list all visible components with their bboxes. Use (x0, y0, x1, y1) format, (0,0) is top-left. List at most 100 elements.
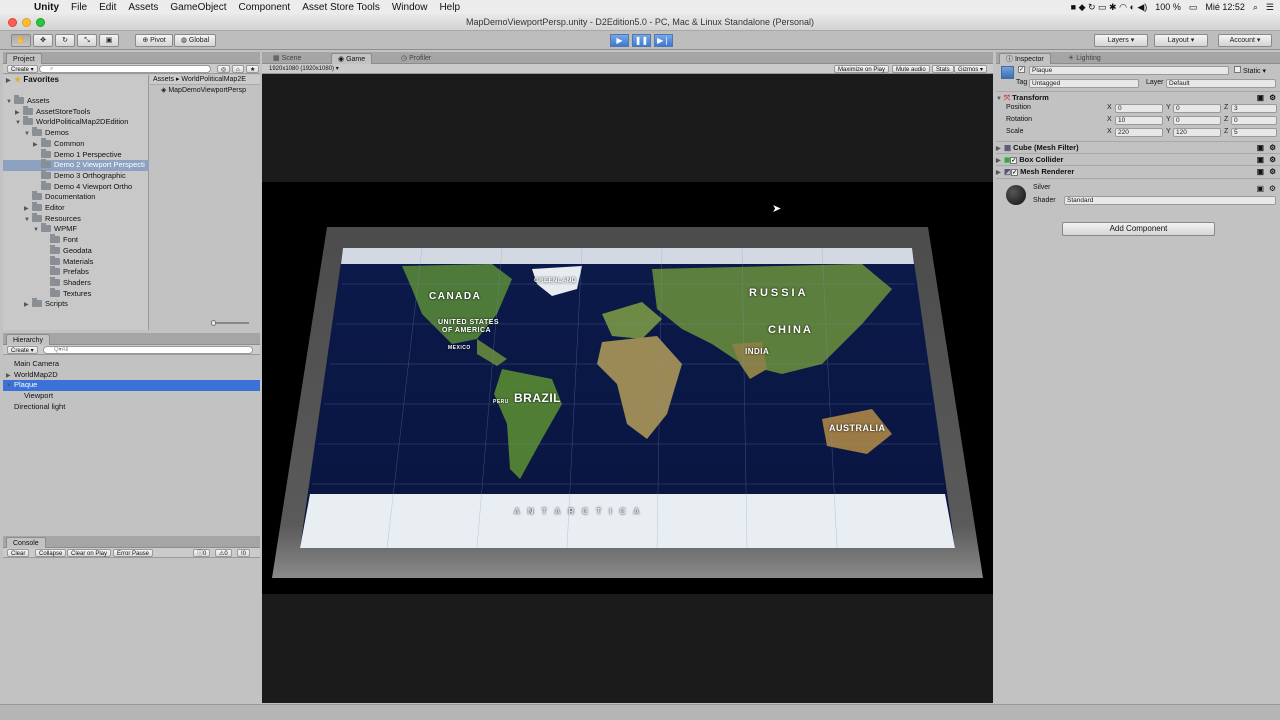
hierarchy-item-row[interactable]: Viewport (3, 391, 260, 402)
project-folder-row[interactable]: Geodata (3, 244, 149, 257)
stats-toggle[interactable]: Stats (932, 65, 954, 73)
console-clear-on-play-button[interactable]: Clear on Play (67, 549, 112, 557)
global-toggle[interactable]: ◍ Global (174, 34, 216, 47)
project-create-button[interactable]: Create ▾ (7, 65, 38, 73)
component-gear-icon[interactable]: ⚙ (1269, 92, 1276, 104)
menu-window[interactable]: Window (392, 2, 428, 13)
menu-edit[interactable]: Edit (99, 2, 116, 13)
clock-text[interactable]: Mié 12:52 (1205, 2, 1245, 12)
menu-list-icon[interactable]: ☰ (1266, 2, 1274, 13)
project-folder-row[interactable]: Demo 4 Viewport Ortho (3, 180, 149, 193)
rotation-y-field[interactable]: 0 (1173, 116, 1221, 125)
filter-type-icon[interactable]: ◎ (217, 65, 231, 73)
menu-asset-store-tools[interactable]: Asset Store Tools (302, 2, 380, 13)
hierarchy-item-row[interactable]: ▶ WorldMap2D (3, 370, 260, 381)
transform-header[interactable]: ▼ ⤧ Transform ▣ ⚙ (996, 91, 1280, 103)
project-folder-row[interactable]: ▶ Scripts (3, 298, 149, 311)
console-error-pause-button[interactable]: Error Pause (113, 549, 154, 557)
hierarchy-item-row[interactable]: ▼ Plaque (3, 380, 260, 392)
breadcrumb-worldmap[interactable]: WorldPoliticalMap2E (181, 76, 245, 83)
console-warning-count[interactable]: ⚠0 (215, 549, 232, 557)
hierarchy-item-row[interactable]: Directional light (3, 402, 260, 413)
project-folder-row[interactable]: Textures (3, 287, 149, 300)
play-button[interactable]: ▶ (610, 34, 629, 47)
console-info-count[interactable]: ⓘ0 (193, 549, 211, 557)
mute-audio-toggle[interactable]: Mute audio (892, 65, 930, 73)
project-folder-row[interactable]: Demo 1 Perspective (3, 148, 149, 161)
add-component-button[interactable]: Add Component (1062, 222, 1215, 236)
console-error-count[interactable]: !0 (237, 549, 251, 557)
project-folder-row[interactable]: ▶ Editor (3, 202, 149, 214)
project-folder-row[interactable]: Prefabs (3, 266, 149, 278)
maximize-on-play-toggle[interactable]: Maximize on Play (834, 65, 890, 73)
shader-dropdown[interactable]: Standard (1064, 196, 1276, 205)
pause-button[interactable]: ❚❚ (632, 34, 651, 47)
expand-arrow-icon[interactable]: ▶ (24, 300, 32, 311)
menu-gameobject[interactable]: GameObject (170, 2, 226, 13)
project-folder-row[interactable]: Documentation (3, 191, 149, 203)
favorites-row[interactable]: ▶ ★ Favorites (6, 75, 59, 86)
scale-y-field[interactable]: 120 (1173, 128, 1221, 137)
status-icons[interactable]: ■ ◆ ↻ ▭ ✱ ◠ ◐ ◀) (1071, 2, 1148, 13)
tag-dropdown[interactable]: Untagged (1029, 79, 1139, 88)
layout-dropdown[interactable]: Layout ▾ (1154, 34, 1208, 47)
active-toggle[interactable]: ✓ (1018, 66, 1027, 73)
menu-assets[interactable]: Assets (128, 2, 158, 13)
project-folder-row[interactable]: ▼ Resources (3, 212, 149, 225)
rotation-z-field[interactable]: 0 (1231, 116, 1277, 125)
menu-component[interactable]: Component (239, 2, 291, 13)
console-clear-button[interactable]: Clear (7, 549, 30, 557)
menu-unity[interactable]: Unity (34, 2, 59, 13)
pivot-toggle[interactable]: ⊕ Pivot (135, 34, 173, 47)
hierarchy-search-input[interactable]: Q▾All (43, 346, 253, 354)
box-collider-header[interactable]: ▶ ◼✓ Box Collider ▣ ⚙ (996, 153, 1280, 165)
step-button[interactable]: ▶❘ (654, 34, 673, 47)
filter-label-icon[interactable]: ⌂ (232, 65, 244, 73)
console-collapse-button[interactable]: Collapse (35, 549, 67, 557)
layers-dropdown[interactable]: Layers ▾ (1094, 34, 1148, 47)
zoom-window-button[interactable] (36, 18, 45, 27)
rotation-x-field[interactable]: 10 (1115, 116, 1163, 125)
breadcrumb-assets[interactable]: Assets (153, 76, 174, 83)
project-folder-row[interactable]: Materials (3, 255, 149, 268)
tab-inspector[interactable]: ⓘ Inspector (999, 53, 1051, 64)
mesh-renderer-enabled-checkbox[interactable]: ✓ (1011, 169, 1019, 176)
position-x-field[interactable]: 0 (1115, 104, 1163, 113)
icon-size-slider[interactable] (211, 322, 249, 324)
tab-project[interactable]: Project (6, 53, 42, 64)
hierarchy-create-button[interactable]: Create ▾ (7, 346, 38, 354)
close-window-button[interactable] (8, 18, 17, 27)
battery-text[interactable]: 100 % (1155, 2, 1181, 12)
help-icon[interactable]: ▣ (1257, 92, 1264, 104)
tab-game[interactable]: ◉ Game (331, 53, 373, 64)
project-folder-row[interactable]: Font (3, 234, 149, 246)
scale-x-field[interactable]: 220 (1115, 128, 1163, 137)
layer-dropdown[interactable]: Default (1166, 79, 1276, 88)
project-folder-row[interactable]: Demo 2 Viewport Perspecti (3, 159, 149, 171)
rotate-tool-button[interactable]: ↻ (55, 34, 75, 47)
tab-lighting[interactable]: ☀ Lighting (1062, 53, 1107, 64)
project-folder-row[interactable]: ▼ WPMF (3, 223, 149, 235)
gizmos-dropdown[interactable]: Gizmos ▾ (954, 65, 988, 73)
hand-tool-button[interactable]: ✋ (11, 34, 31, 47)
material-help-icon[interactable]: ▣ (1256, 184, 1264, 193)
icon-size-slider-thumb[interactable] (211, 320, 216, 326)
menu-file[interactable]: File (71, 2, 87, 13)
static-toggle[interactable]: Static ▾ (1234, 66, 1266, 75)
tab-profiler[interactable]: ◷ Profiler (395, 53, 437, 64)
project-folder-row[interactable]: Shaders (3, 276, 149, 289)
mesh-renderer-help-icon[interactable]: ▣ (1257, 166, 1264, 178)
box-collider-enabled-checkbox[interactable]: ✓ (1010, 157, 1018, 164)
mesh-renderer-header[interactable]: ▶ ◩✓ Mesh Renderer ▣ ⚙ (996, 165, 1280, 177)
battery-icon[interactable]: ▭ (1189, 2, 1198, 13)
position-y-field[interactable]: 0 (1173, 104, 1221, 113)
move-tool-button[interactable]: ✥ (33, 34, 53, 47)
scale-z-field[interactable]: 5 (1231, 128, 1277, 137)
resolution-dropdown[interactable]: 1920x1080 (1920x1080) ▾ (266, 65, 342, 73)
minimize-window-button[interactable] (22, 18, 31, 27)
object-name-field[interactable]: Plaque (1029, 66, 1229, 75)
mesh-renderer-gear-icon[interactable]: ⚙ (1269, 166, 1276, 178)
hierarchy-item-row[interactable]: Main Camera (3, 359, 260, 370)
tab-console[interactable]: Console (6, 537, 46, 548)
scale-tool-button[interactable]: ⤡ (77, 34, 97, 47)
